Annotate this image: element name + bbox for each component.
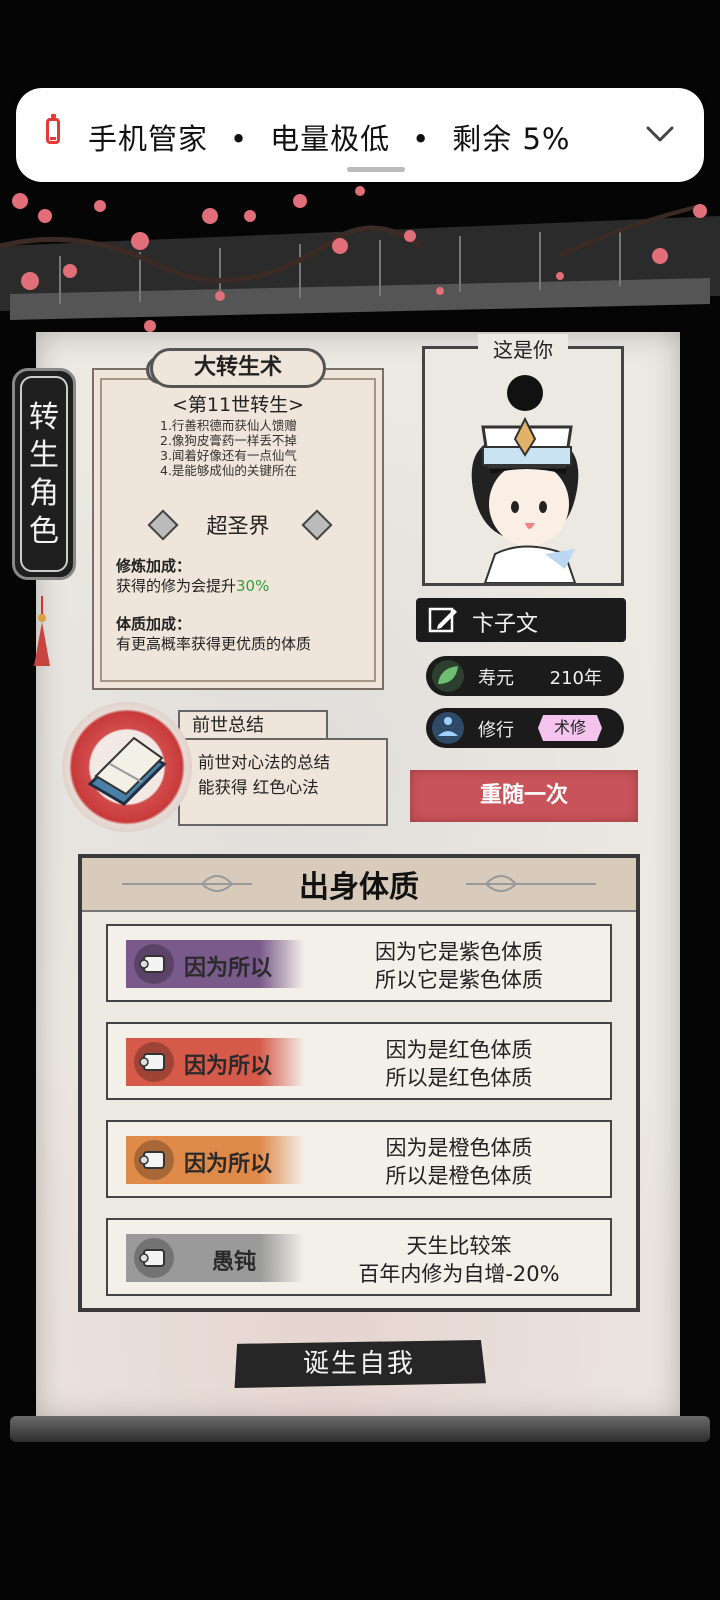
trait-description: 因为它是紫色体质 所以它是紫色体质 xyxy=(318,938,600,994)
lifespan-value: 210年 xyxy=(549,668,602,689)
trait-card[interactable]: 愚钝 天生比较笨 百年内修为自增-20% xyxy=(106,1218,612,1296)
notification-separator-2: • xyxy=(412,122,431,156)
rebirth-line: 4.是能够成仙的关键所在 xyxy=(160,463,297,478)
notification-separator: • xyxy=(230,122,249,156)
trait-line1: 因为它是紫色体质 xyxy=(375,940,543,964)
rebirth-bonuses: 修炼加成： 获得的修为会提升30% 体质加成： 有更高概率获得更优质的体质 xyxy=(116,556,376,654)
trait-description: 因为是橙色体质 所以是橙色体质 xyxy=(318,1134,600,1190)
notification-drag-handle[interactable] xyxy=(347,167,405,172)
trait-line2: 所以是橙色体质 xyxy=(385,1164,533,1188)
character-name: 卞子文 xyxy=(472,612,539,637)
scroll-bottom-rod xyxy=(10,1416,710,1442)
trait-name: 因为所以 xyxy=(184,1054,273,1079)
rebirth-line: 1.行善积德而获仙人馈赠 xyxy=(160,418,297,433)
fist-icon xyxy=(134,1042,174,1082)
trait-description: 因为是红色体质 所以是红色体质 xyxy=(318,1036,600,1092)
low-battery-notification[interactable]: 手机管家 • 电量极低 • 剩余 5% xyxy=(16,88,704,182)
tassel-icon xyxy=(34,596,50,666)
rebirth-title: 大转生术 xyxy=(150,348,326,388)
portrait-caption: 这是你 xyxy=(478,334,568,364)
cultivation-stat: 修行 术修 xyxy=(426,708,624,748)
past-life-box: 前世对心法的总结 能获得 红色心法 xyxy=(178,738,388,826)
traits-section: 因为所以 因为它是紫色体质 所以它是紫色体质 因为所以 因为是红色体质 所以是红… xyxy=(78,854,640,1312)
constitution-bonus-text: 有更高概率获得更优质的体质 xyxy=(116,635,312,653)
notification-text: 手机管家 • 电量极低 • 剩余 5% xyxy=(88,116,570,158)
roof-blossom-decoration xyxy=(0,186,720,332)
scroll-icon xyxy=(134,1238,174,1278)
trait-name: 因为所以 xyxy=(184,956,273,981)
side-tag-rebirth-character: 转生角色 xyxy=(12,368,76,580)
trait-line2: 百年内修为自增-20% xyxy=(358,1262,560,1286)
trait-name: 因为所以 xyxy=(184,1152,273,1177)
cultivation-bonus-title: 修炼加成： xyxy=(116,557,192,575)
traits-title: 出身体质 xyxy=(299,870,419,905)
cultivation-label: 修行 xyxy=(478,720,514,741)
character-portrait-frame xyxy=(422,346,624,586)
character-avatar xyxy=(471,375,579,584)
realm-name: 超圣界 xyxy=(206,514,270,538)
trait-line1: 因为是橙色体质 xyxy=(385,1136,533,1160)
lifespan-label: 寿元 xyxy=(478,668,514,689)
trait-card[interactable]: 因为所以 因为是橙色体质 所以是橙色体质 xyxy=(106,1120,612,1198)
meditation-icon xyxy=(432,712,464,744)
cultivation-bonus-text: 获得的修为会提升30% xyxy=(116,576,376,596)
battery-icon xyxy=(46,114,60,144)
leaf-icon xyxy=(432,660,464,692)
scroll-icon xyxy=(134,944,174,984)
scroll-icon xyxy=(134,1140,174,1180)
rebirth-description: 1.行善积德而获仙人馈赠 2.像狗皮膏药一样丢不掉 3.闻着好像还有一点仙气 4… xyxy=(160,418,360,478)
trait-badge: 因为所以 xyxy=(126,940,304,988)
past-life-emblem xyxy=(62,702,192,832)
cultivation-bonus-desc: 获得的修为会提升 xyxy=(116,577,237,595)
trait-line2: 所以它是紫色体质 xyxy=(375,968,543,992)
edit-icon[interactable] xyxy=(428,605,458,635)
trait-line2: 所以是红色体质 xyxy=(385,1066,533,1090)
rebirth-line: 2.像狗皮膏药一样丢不掉 xyxy=(160,433,297,448)
realm-banner: 超圣界 xyxy=(92,508,384,542)
chevron-down-icon[interactable] xyxy=(640,114,680,154)
trait-line1: 天生比较笨 xyxy=(406,1234,512,1258)
reroll-button[interactable]: 重随一次 xyxy=(410,770,638,822)
trait-line1: 因为是红色体质 xyxy=(385,1038,533,1062)
trait-badge: 愚钝 xyxy=(126,1234,304,1282)
past-life-line2: 能获得 红色心法 xyxy=(198,778,319,797)
trait-badge: 因为所以 xyxy=(126,1038,304,1086)
character-name-bar[interactable]: 卞子文 xyxy=(416,598,626,642)
rebirth-line: 3.闻着好像还有一点仙气 xyxy=(160,448,297,463)
confirm-birth-button[interactable]: 诞生自我 xyxy=(234,1340,486,1388)
trait-description: 天生比较笨 百年内修为自增-20% xyxy=(318,1232,600,1288)
cultivation-type-badge: 术修 xyxy=(538,715,602,741)
past-life-line1: 前世对心法的总结 xyxy=(198,753,330,772)
side-tag-label: 转生角色 xyxy=(29,400,59,549)
notification-remaining: 剩余 5% xyxy=(452,122,571,156)
cultivation-bonus-value: 30% xyxy=(236,577,270,595)
lifespan-stat: 寿元 210年 xyxy=(426,656,624,696)
book-icon xyxy=(87,736,167,806)
notification-message: 电量极低 xyxy=(270,122,391,156)
trait-card[interactable]: 因为所以 因为它是紫色体质 所以它是紫色体质 xyxy=(106,924,612,1002)
trait-name: 愚钝 xyxy=(212,1250,257,1275)
trait-card[interactable]: 因为所以 因为是红色体质 所以是红色体质 xyxy=(106,1022,612,1100)
rebirth-generation: <第11世转生> xyxy=(171,394,305,416)
notification-app: 手机管家 xyxy=(88,122,209,156)
constitution-bonus-title: 体质加成： xyxy=(116,615,192,633)
trait-badge: 因为所以 xyxy=(126,1136,304,1184)
